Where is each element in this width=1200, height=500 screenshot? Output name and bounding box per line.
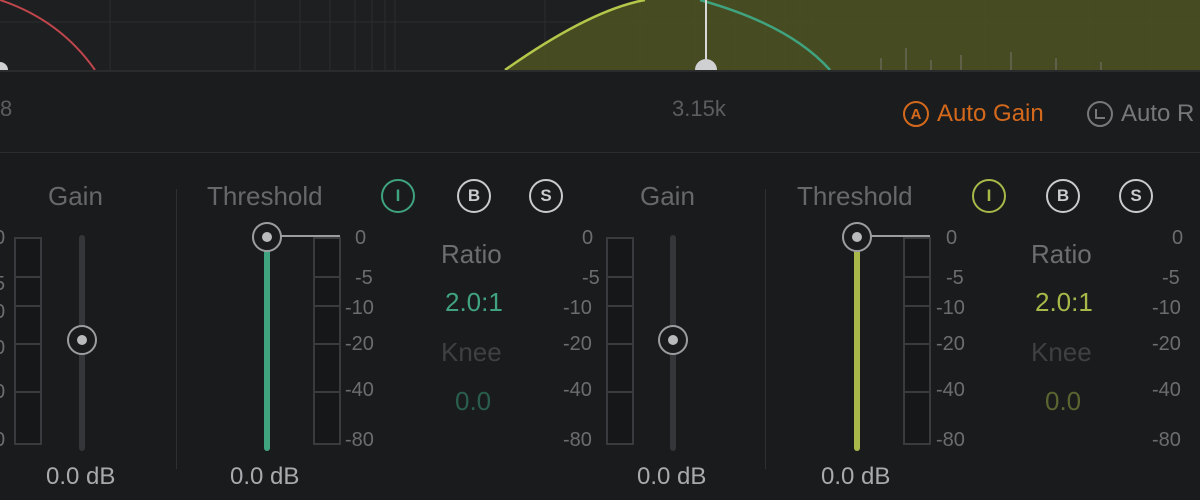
- band2-solo-button[interactable]: S: [1119, 179, 1153, 213]
- left-band-handle: [0, 62, 8, 70]
- scale-label: 0: [355, 227, 367, 249]
- scale-label: 0: [0, 429, 5, 452]
- scale-label: -40: [1152, 379, 1181, 401]
- scale-label: -5: [1162, 267, 1180, 289]
- scale-label: 5: [0, 273, 5, 296]
- band2-knee-label: Knee: [1031, 337, 1092, 367]
- scale-label: -10: [936, 297, 965, 319]
- spectrum-graph: [0, 0, 1200, 70]
- scale-label: 0: [1172, 227, 1184, 249]
- section-divider: [176, 189, 177, 469]
- scale-label: -80: [1152, 429, 1181, 451]
- band-controls: Gain 0 5 0 0 0 0 0.0 dB Threshold I B S …: [0, 153, 1200, 500]
- band2-threshold-title: Threshold: [797, 181, 913, 211]
- section-divider: [765, 189, 766, 469]
- scale-label: 0: [0, 227, 5, 250]
- band1-threshold-fill: [264, 239, 270, 451]
- gain-meter-left: [14, 237, 42, 445]
- band2-threshold-handle[interactable]: [842, 222, 872, 252]
- band-left-curve: [0, 0, 96, 70]
- band1-i-button[interactable]: I: [381, 179, 415, 213]
- band2-knee-value[interactable]: 0.0: [1045, 386, 1081, 417]
- scale-label: -5: [355, 267, 373, 289]
- scale-label: 0: [0, 381, 5, 404]
- band1-knee-label: Knee: [441, 337, 502, 367]
- band2-gain-reduction-meter: [903, 237, 931, 445]
- scale-label: -80: [936, 429, 965, 451]
- auto-release-icon: [1087, 101, 1113, 127]
- scale-label: -5: [582, 267, 600, 289]
- threshold-title: Threshold: [207, 181, 323, 211]
- scale-label: -80: [345, 429, 374, 451]
- band1-solo-button[interactable]: S: [529, 179, 563, 213]
- band1-gain-meter: [606, 237, 634, 445]
- center-frequency-label: 3.15k: [672, 96, 726, 121]
- spectrum-display[interactable]: [0, 0, 1200, 72]
- scale-label: -10: [1152, 297, 1181, 319]
- band1-gain-reduction-meter: [313, 237, 341, 445]
- scale-label: -40: [936, 379, 965, 401]
- band2-i-button[interactable]: I: [972, 179, 1006, 213]
- scale-label: -20: [1152, 333, 1181, 355]
- scale-label: -80: [563, 429, 592, 451]
- scale-label: -10: [563, 297, 592, 319]
- frequency-bar: 8 3.15k A Auto Gain Auto R: [0, 72, 1200, 153]
- scale-label: 0: [582, 227, 594, 249]
- gain-value-left: 0.0 dB: [46, 463, 116, 490]
- band1-gain-slider-handle[interactable]: [658, 325, 688, 355]
- band2-ratio-value[interactable]: 2.0:1: [1035, 287, 1093, 318]
- scale-label: 0: [0, 337, 5, 360]
- band2-ratio-label: Ratio: [1031, 239, 1092, 269]
- band2-bypass-button[interactable]: B: [1046, 179, 1080, 213]
- gain-title-left: Gain: [48, 181, 103, 211]
- band1-gain-value: 0.0 dB: [637, 463, 707, 490]
- scale-label: 0: [0, 301, 5, 324]
- compressor-panel: 8 3.15k A Auto Gain Auto R Gain 0 5 0 0 …: [0, 0, 1200, 500]
- band1-knee-value[interactable]: 0.0: [455, 386, 491, 417]
- auto-release-label: Auto R: [1121, 100, 1195, 127]
- band1-threshold-value: 0.0 dB: [230, 463, 300, 490]
- scale-label: 0: [946, 227, 958, 249]
- band2-threshold-fill: [854, 239, 860, 451]
- scale-label: -5: [946, 267, 964, 289]
- band1-gain-title: Gain: [640, 181, 695, 211]
- scale-label: -20: [345, 333, 374, 355]
- band1-ratio-value[interactable]: 2.0:1: [445, 287, 503, 318]
- scale-label: -40: [345, 379, 374, 401]
- band1-ratio-label: Ratio: [441, 239, 502, 269]
- auto-gain-label: Auto Gain: [937, 100, 1044, 127]
- scale-label: -20: [563, 333, 592, 355]
- left-frequency-label: 8: [0, 96, 13, 121]
- scale-label: -10: [345, 297, 374, 319]
- band1-bypass-button[interactable]: B: [457, 179, 491, 213]
- auto-release-button[interactable]: Auto R: [1087, 96, 1194, 132]
- gain-slider-handle-left[interactable]: [67, 325, 97, 355]
- band1-threshold-handle[interactable]: [252, 222, 282, 252]
- scale-label: -20: [936, 333, 965, 355]
- auto-gain-button[interactable]: A Auto Gain: [903, 96, 1044, 132]
- auto-gain-icon: A: [903, 101, 929, 127]
- scale-label: -40: [563, 379, 592, 401]
- band2-threshold-value: 0.0 dB: [821, 463, 891, 490]
